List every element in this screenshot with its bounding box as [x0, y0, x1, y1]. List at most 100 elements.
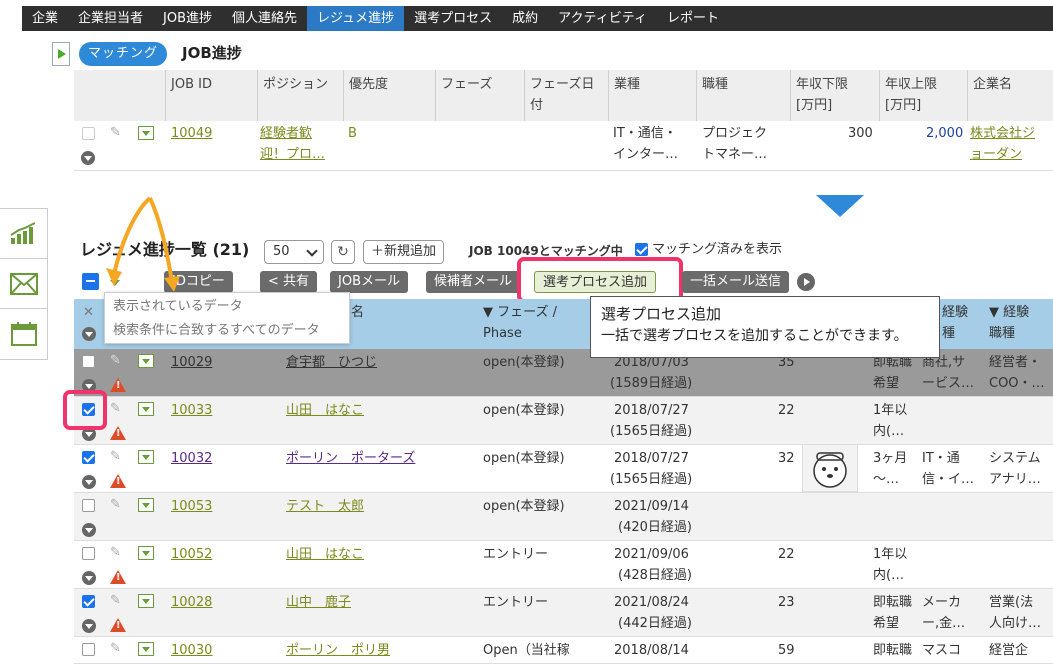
pin-icon[interactable]: ✎	[110, 498, 124, 512]
pin-icon[interactable]: ✎	[110, 594, 124, 608]
candidate-name-link[interactable]: 倉宇都 ひつじ	[286, 352, 377, 373]
row-menu-dropdown[interactable]	[138, 126, 154, 140]
refresh-button[interactable]: ↻	[331, 240, 355, 264]
job-col-jobtype[interactable]: 職種	[697, 70, 791, 121]
company-link-l1[interactable]: 株式会社ジ	[970, 123, 1035, 144]
header-expand-icon[interactable]	[82, 327, 96, 341]
row-checkbox[interactable]	[82, 499, 95, 512]
tab-company[interactable]: 企業	[22, 6, 68, 31]
row-checkbox[interactable]	[82, 355, 95, 368]
col-exp2-l2[interactable]: 職種	[989, 323, 1015, 344]
page-size-select[interactable]: 50	[264, 240, 324, 264]
show-matched-checkbox[interactable]	[635, 243, 648, 256]
row-menu-dropdown[interactable]	[138, 642, 154, 656]
side-panel	[0, 208, 48, 360]
row-menu-dropdown[interactable]	[138, 594, 154, 608]
row-menu-dropdown[interactable]	[138, 354, 154, 368]
job-progress-title: JOB進捗	[182, 44, 242, 62]
resume-id-link[interactable]: 10030	[171, 640, 212, 661]
industry-l1: IT・通	[922, 451, 960, 466]
row-checkbox[interactable]	[82, 127, 95, 140]
job-col-position[interactable]: ポジション	[258, 70, 344, 121]
job-position-link-l2[interactable]: 迎！プロ…	[260, 144, 325, 165]
option-visible-data[interactable]: 表示されているデータ	[113, 297, 243, 317]
resume-id-link[interactable]: 10032	[171, 448, 212, 469]
tab-resume-progress[interactable]: レジュメ進捗	[307, 6, 405, 31]
candidate-name-link[interactable]: 山田 はなこ	[286, 544, 364, 565]
mail-button[interactable]	[0, 259, 47, 309]
calendar-button[interactable]	[0, 309, 47, 359]
row-menu-dropdown[interactable]	[138, 546, 154, 560]
tab-report[interactable]: レポート	[657, 6, 729, 31]
row-checkbox[interactable]	[82, 643, 95, 656]
new-add-button[interactable]: ＋新規追加	[363, 240, 445, 264]
job-col-priority[interactable]: 優先度	[344, 70, 436, 121]
tab-personal-contact[interactable]: 個人連絡先	[222, 6, 307, 31]
job-col-phase[interactable]: フェーズ	[436, 70, 525, 121]
company-link-l2[interactable]: ョーダン	[970, 144, 1022, 165]
resume-id-link[interactable]: 10033	[171, 400, 212, 421]
job-col-industry[interactable]: 業種	[609, 70, 697, 121]
select-all-checkbox[interactable]	[82, 273, 99, 290]
job-col-phase-date[interactable]: フェーズ日付	[525, 70, 609, 121]
col-phase-l2[interactable]: Phase	[483, 323, 522, 344]
candidate-name-link[interactable]: 山田 はなこ	[286, 400, 364, 421]
candidate-name-link[interactable]: 山中 鹿子	[286, 592, 351, 613]
job-col-salary-max[interactable]: 年収上限 [万円]	[880, 70, 968, 121]
pin-icon[interactable]: ✎	[110, 642, 124, 656]
table-row: ✎ 10032 ポーリン ポーターズ open(本登録) 2018/07/27 …	[74, 445, 1053, 493]
tab-company-contact[interactable]: 企業担当者	[68, 6, 153, 31]
job-col-company[interactable]: 企業名	[968, 70, 1053, 121]
resume-id-link[interactable]: 10028	[171, 592, 212, 613]
tab-selection-process[interactable]: 選考プロセス	[404, 6, 502, 31]
pin-icon[interactable]: ✎	[110, 354, 124, 368]
tab-contract[interactable]: 成約	[502, 6, 548, 31]
pin-icon[interactable]: ✎	[110, 402, 124, 416]
candidate-name-link[interactable]: テスト 太郎	[286, 496, 364, 517]
col-exp-l2[interactable]: 種	[942, 323, 955, 344]
unpin-icon[interactable]: ✕	[83, 305, 94, 320]
col-name[interactable]: 名	[351, 302, 364, 323]
resume-id-link[interactable]: 10029	[171, 352, 212, 373]
tab-job-progress[interactable]: JOB進捗	[153, 6, 222, 31]
tab-activity[interactable]: アクティビティ	[548, 6, 657, 31]
more-actions-icon[interactable]	[797, 273, 815, 291]
row-expand-icon[interactable]	[82, 619, 96, 633]
job-position-link-l1[interactable]: 経験者歓	[260, 123, 312, 144]
bulk-mail-button[interactable]: 一括メール送信	[682, 271, 790, 293]
col-phase-l1[interactable]: ▼ フェーズ /	[483, 302, 557, 323]
chart-button[interactable]	[0, 209, 47, 259]
col-exp-l1[interactable]: 経験	[942, 302, 968, 323]
warning-icon	[110, 618, 126, 632]
matching-badge: マッチング	[79, 42, 168, 66]
row-menu-dropdown[interactable]	[138, 498, 154, 512]
option-all-matching-data[interactable]: 検索条件に合致するすべてのデータ	[113, 321, 320, 341]
share-button[interactable]: < 共有	[260, 271, 318, 293]
job-id-link[interactable]: 10049	[171, 123, 212, 144]
row-menu-dropdown[interactable]	[138, 402, 154, 416]
resume-id-link[interactable]: 10053	[171, 496, 212, 517]
expand-panel-button[interactable]	[52, 42, 70, 66]
mail-icon	[9, 272, 38, 295]
row-checkbox[interactable]	[82, 595, 95, 608]
candidate-name-link[interactable]: ポーリン ポーターズ	[286, 448, 415, 469]
pin-icon[interactable]: ✎	[110, 450, 124, 464]
job-col-salary-min[interactable]: 年収下限 [万円]	[791, 70, 880, 121]
row-menu-dropdown[interactable]	[138, 450, 154, 464]
resume-id-link[interactable]: 10052	[171, 544, 212, 565]
row-expand-icon[interactable]	[82, 475, 96, 489]
candidate-name-link[interactable]: ポーリン ポリ男	[286, 640, 390, 661]
pin-icon[interactable]: ✎	[110, 126, 124, 140]
row-checkbox[interactable]	[82, 451, 95, 464]
pin-icon[interactable]: ✎	[110, 546, 124, 560]
row-expand-icon[interactable]	[82, 571, 96, 585]
row-checkbox[interactable]	[82, 547, 95, 560]
industry-l2: 信・イ…	[922, 472, 975, 487]
row-expand-icon[interactable]	[82, 523, 96, 537]
col-exp2-l1[interactable]: ▼ 経験	[989, 302, 1029, 323]
candidate-mail-button[interactable]: 候補者メール	[426, 271, 521, 293]
job-mail-button[interactable]: JOBメール	[330, 271, 408, 293]
row-expand-icon[interactable]	[81, 151, 95, 165]
job-col-id[interactable]: JOB ID	[166, 70, 258, 121]
collapse-triangle-icon[interactable]	[816, 195, 864, 217]
